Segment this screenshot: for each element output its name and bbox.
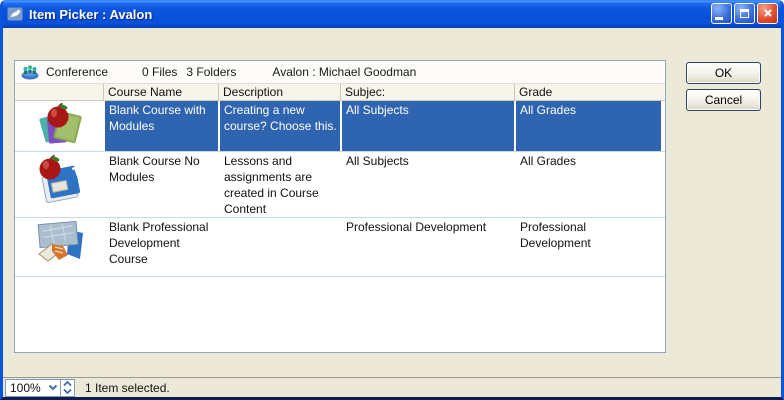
window-controls (711, 3, 778, 24)
cell-grade: All Grades (514, 152, 665, 217)
course-with-modules-icon (15, 101, 103, 151)
cell-subject: Professional Development (340, 218, 514, 276)
cell-description: Lessons and assignments are created in C… (218, 152, 340, 217)
table-row-blank-course-with-modules[interactable]: Blank Course with Modules Creating a new… (15, 101, 665, 152)
table-row-blank-course-no-modules[interactable]: Blank Course No Modules Lessons and assi… (15, 152, 665, 218)
window-title: Item Picker : Avalon (29, 7, 711, 22)
cell-subject: All Subjects (340, 101, 514, 151)
table-header: Course Name Description Subjec: Grade (15, 84, 665, 101)
chevron-down-icon[interactable] (63, 388, 72, 394)
table-row-blank-professional-development-course[interactable]: Blank Professional Development Course Pr… (15, 218, 665, 277)
cell-course-name: Blank Professional Development Course (103, 218, 218, 276)
location-name: Conference (46, 65, 108, 79)
folders-count: 3 Folders (186, 65, 236, 79)
close-icon (763, 8, 773, 18)
column-header-icon[interactable] (15, 84, 103, 100)
column-header-description[interactable]: Description (218, 84, 340, 100)
cell-course-name: Blank Course No Modules (103, 152, 218, 217)
column-header-subject[interactable]: Subjec: (340, 84, 514, 100)
professional-development-icon (15, 218, 103, 276)
ok-button[interactable]: OK (686, 62, 761, 84)
zoom-spinner (61, 379, 75, 397)
selection-status: 1 Item selected. (85, 381, 170, 395)
cell-grade: Professional Development (514, 218, 665, 276)
item-picker-window: Item Picker : Avalon Conference (0, 0, 784, 400)
maximize-icon (740, 9, 749, 18)
files-count: 0 Files (142, 65, 177, 79)
chevron-up-icon[interactable] (63, 381, 72, 387)
empty-list-area (15, 277, 665, 352)
close-button[interactable] (757, 3, 778, 24)
statusbar: 100% 1 Item selected. (3, 377, 781, 397)
zoom-level-value: 100% (10, 381, 41, 395)
column-header-grade[interactable]: Grade (514, 84, 665, 100)
minimize-button[interactable] (711, 3, 732, 24)
titlebar[interactable]: Item Picker : Avalon (0, 0, 784, 28)
column-header-course-name[interactable]: Course Name (103, 84, 218, 100)
location-bar: Conference 0 Files 3 Folders Avalon : Mi… (15, 61, 665, 84)
conference-icon (20, 64, 40, 80)
maximize-button[interactable] (734, 3, 755, 24)
zoom-level-combo[interactable]: 100% (5, 379, 61, 397)
cell-description: Creating a new course? Choose this. (218, 101, 340, 151)
chevron-down-icon[interactable] (48, 384, 58, 391)
course-no-modules-icon (15, 152, 103, 217)
minimize-icon (715, 17, 723, 20)
item-list-panel: Conference 0 Files 3 Folders Avalon : Mi… (14, 60, 666, 353)
cell-course-name: Blank Course with Modules (103, 101, 218, 151)
location-owner: Avalon : Michael Goodman (272, 65, 416, 79)
cell-grade: All Grades (514, 101, 665, 151)
cell-description (218, 218, 340, 276)
cell-subject: All Subjects (340, 152, 514, 217)
cancel-button[interactable]: Cancel (686, 89, 761, 111)
app-icon (7, 6, 23, 22)
